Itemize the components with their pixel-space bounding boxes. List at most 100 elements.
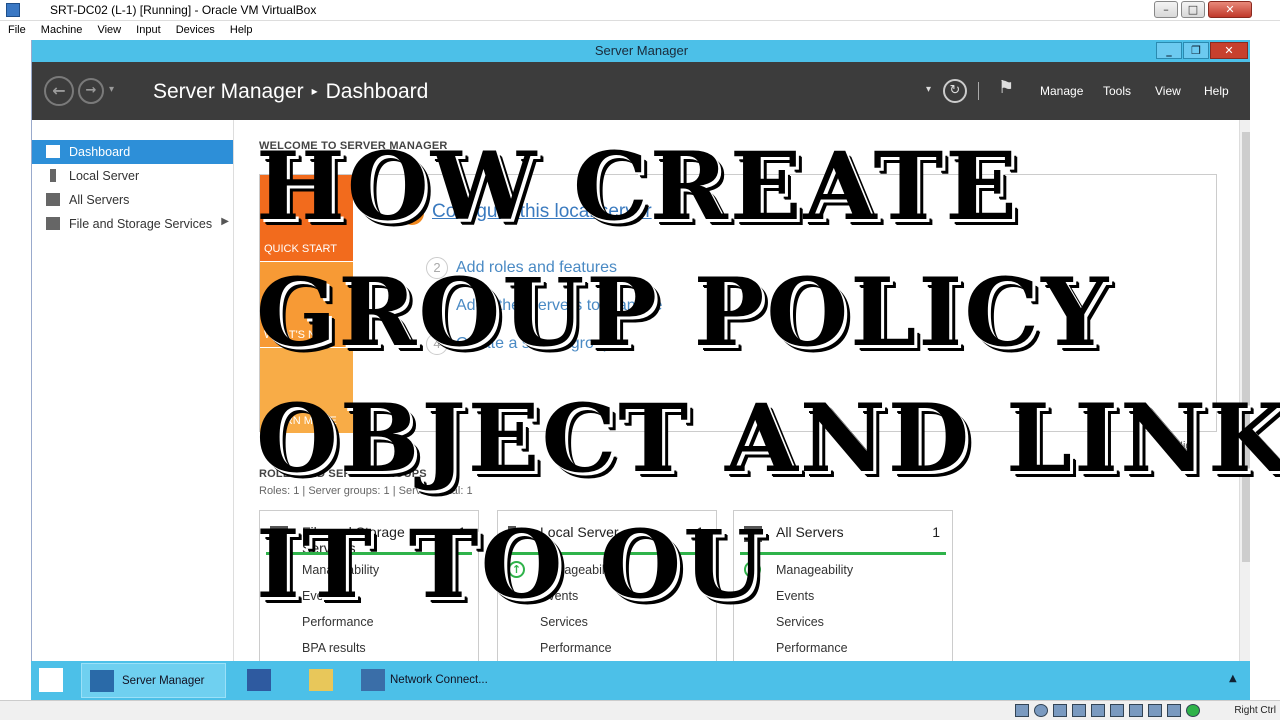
sm-maximize-button[interactable]: ❐ xyxy=(1183,42,1209,59)
usb-icon[interactable] xyxy=(1053,704,1067,717)
quick-start-tile[interactable]: QUICK START xyxy=(260,175,353,261)
card-row[interactable]: Events xyxy=(302,589,340,603)
display-icon[interactable] xyxy=(1110,704,1124,717)
sidebar-item-all-servers[interactable]: All Servers xyxy=(32,188,233,212)
menu-view[interactable]: View xyxy=(97,21,121,39)
card-row[interactable]: Manageability xyxy=(776,563,853,577)
cpu-icon[interactable] xyxy=(1167,704,1181,717)
header-divider xyxy=(978,82,979,100)
menu-help-sm[interactable]: Help xyxy=(1204,84,1229,98)
pen-icon[interactable] xyxy=(1072,704,1086,717)
menu-devices[interactable]: Devices xyxy=(176,21,215,39)
breadcrumb-root[interactable]: Server Manager xyxy=(153,80,304,103)
card-title: Local Server xyxy=(540,524,619,540)
chevron-right-icon: ▶ xyxy=(221,216,229,227)
file-storage-icon xyxy=(270,526,288,542)
step-label: Add roles and features xyxy=(456,259,617,276)
taskbar-item-network-connections[interactable]: Network Connect... xyxy=(353,663,493,698)
windows-start-icon[interactable] xyxy=(39,668,63,692)
card-count: 1 xyxy=(696,524,704,540)
card-row[interactable]: Services xyxy=(776,615,824,629)
server-icon xyxy=(508,526,516,542)
breadcrumb: Server Manager ▸ Dashboard xyxy=(153,80,428,104)
content-scrollbar[interactable] xyxy=(1239,120,1250,700)
refresh-icon[interactable]: ↻ xyxy=(943,79,967,103)
shared-folder-icon[interactable] xyxy=(1091,704,1105,717)
step-number: 3 xyxy=(426,295,448,317)
notifications-flag-icon[interactable]: ⚑ xyxy=(998,77,1014,98)
scrollbar-thumb[interactable] xyxy=(1242,132,1250,562)
virtualbox-icon xyxy=(6,3,20,17)
history-dropdown-icon[interactable]: ▾ xyxy=(109,84,114,95)
dashboard-grid-icon xyxy=(46,145,60,158)
back-arrow-icon[interactable]: ← xyxy=(44,76,74,106)
card-row[interactable]: Manageability xyxy=(302,563,379,577)
card-row[interactable]: Manageability xyxy=(540,563,617,577)
sidebar-item-label: Local Server xyxy=(69,169,140,183)
menu-machine[interactable]: Machine xyxy=(41,21,83,39)
step-configure-local-server[interactable]: 1 Configure this local server xyxy=(400,201,652,225)
minimize-button[interactable]: – xyxy=(1154,1,1178,18)
host-key-label: Right Ctrl xyxy=(1234,705,1276,716)
sidebar-item-label: Dashboard xyxy=(69,145,131,159)
menu-manage[interactable]: Manage xyxy=(1040,84,1083,98)
menu-help[interactable]: Help xyxy=(230,21,253,39)
quick-start-label: QUICK START xyxy=(264,243,337,255)
taskbar-item-label: Server Manager xyxy=(122,675,205,687)
menu-view-sm[interactable]: View xyxy=(1155,84,1181,98)
card-row[interactable]: Performance xyxy=(776,641,848,655)
hard-disk-icon[interactable] xyxy=(1015,704,1029,717)
sidebar-item-file-storage[interactable]: File and Storage Services ▶ xyxy=(32,212,233,236)
optical-drive-icon[interactable] xyxy=(1034,704,1048,717)
menu-file[interactable]: File xyxy=(8,21,26,39)
servers-icon xyxy=(744,526,762,542)
whats-new-tile[interactable]: WHAT'S NEW xyxy=(260,262,353,347)
sidebar-item-local-server[interactable]: Local Server xyxy=(32,164,233,188)
sm-minimize-button[interactable]: _ xyxy=(1156,42,1182,59)
card-row[interactable]: Performance xyxy=(540,641,612,655)
learn-more-tile[interactable]: LEARN MORE xyxy=(260,348,353,433)
servers-icon xyxy=(46,193,60,206)
step-create-group[interactable]: 4 Create a server group xyxy=(426,333,612,355)
vbox-menu-bar: File Machine View Input Devices Help xyxy=(0,21,1280,39)
dropdown-icon[interactable]: ▾ xyxy=(926,84,931,95)
vbox-title-bar: SRT-DC02 (L-1) [Running] - Oracle VM Vir… xyxy=(0,0,1280,21)
step-add-servers[interactable]: 3 Add other servers to manage xyxy=(426,295,662,317)
card-row[interactable]: BPA results xyxy=(302,641,366,655)
recording-icon[interactable] xyxy=(1148,704,1162,717)
forward-arrow-icon[interactable]: → xyxy=(78,78,104,104)
welcome-tile: QUICK START WHAT'S NEW LEARN MORE 1 Confi… xyxy=(259,174,1217,433)
sm-close-button[interactable]: ✕ xyxy=(1210,42,1248,59)
server-manager-header: ← → ▾ Server Manager ▸ Dashboard ▾ ↻ ⚑ Man… xyxy=(32,62,1250,120)
menu-input[interactable]: Input xyxy=(136,21,160,39)
menu-tools[interactable]: Tools xyxy=(1103,84,1131,98)
roles-heading: ROLES AND SERVER GROUPS xyxy=(259,468,427,480)
sidebar-item-label: File and Storage Services xyxy=(69,217,213,231)
step-number: 2 xyxy=(426,257,448,279)
card-row[interactable]: Performance xyxy=(302,615,374,629)
maximize-button[interactable]: □ xyxy=(1181,1,1205,18)
hide-link[interactable]: Hide xyxy=(1175,440,1198,452)
taskbar-item-powershell[interactable] xyxy=(231,663,289,698)
close-button[interactable]: ✕ xyxy=(1208,1,1252,18)
card-row[interactable]: Events xyxy=(776,589,814,603)
dashboard-content: WELCOME TO SERVER MANAGER QUICK START WH… xyxy=(235,120,1239,700)
card-count: 1 xyxy=(932,524,940,540)
breadcrumb-separator-icon: ▸ xyxy=(311,84,318,98)
vbox-window-title: SRT-DC02 (L-1) [Running] - Oracle VM Vir… xyxy=(50,3,317,17)
ok-status-icon: ↑ xyxy=(270,561,287,578)
status-bar xyxy=(740,552,946,555)
step-add-roles[interactable]: 2 Add roles and features xyxy=(426,257,617,279)
card-row[interactable]: Services xyxy=(540,615,588,629)
tray-expand-icon[interactable]: ▲ xyxy=(1229,673,1237,684)
step-label: Configure this local server xyxy=(432,201,652,222)
breadcrumb-current: Dashboard xyxy=(325,80,429,103)
taskbar-item-server-manager[interactable]: Server Manager xyxy=(81,663,226,698)
taskbar-item-explorer[interactable] xyxy=(293,663,351,698)
mouse-integration-icon[interactable] xyxy=(1186,704,1200,717)
sidebar-item-dashboard[interactable]: Dashboard xyxy=(32,140,233,164)
network-adapter-icon[interactable] xyxy=(1129,704,1143,717)
server-manager-icon xyxy=(90,670,114,692)
sidebar-item-label: All Servers xyxy=(69,193,130,207)
card-row[interactable]: Events xyxy=(540,589,578,603)
